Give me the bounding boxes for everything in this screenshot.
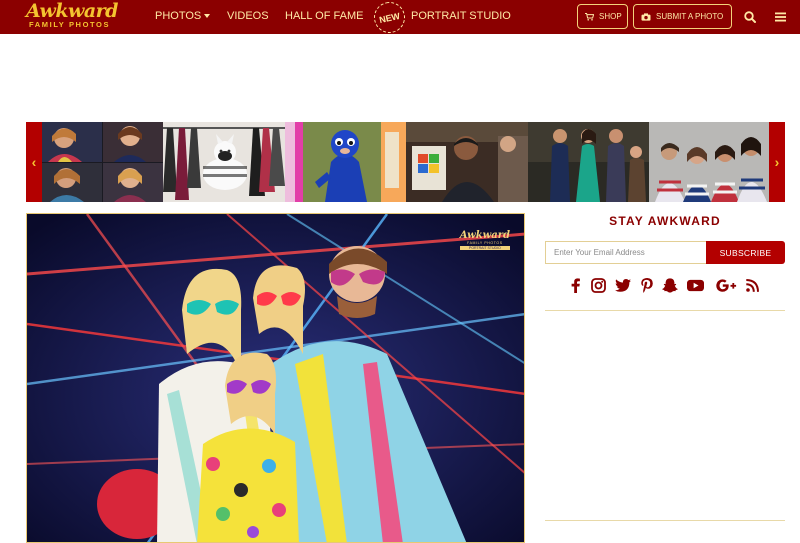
carousel-prev-button[interactable]: ‹ [26, 122, 42, 202]
snapchat-icon[interactable] [661, 277, 678, 294]
pinterest-icon[interactable] [638, 277, 655, 294]
nav-photos[interactable]: PHOTOS [155, 10, 211, 22]
nav-hall-of-fame[interactable]: HALL OF FAME [285, 10, 363, 22]
sidebar-divider [545, 520, 785, 521]
carousel-thumb[interactable] [649, 122, 769, 202]
nav-portrait-studio-label: PORTRAIT STUDIO [411, 10, 511, 22]
photo-watermark: Awkward FAMILY PHOTOS PORTRAIT STUDIO [459, 230, 510, 250]
watermark-tag: PORTRAIT STUDIO [459, 246, 510, 250]
menu-icon[interactable] [772, 9, 788, 25]
photo-carousel: ‹ › [26, 122, 785, 202]
email-field[interactable] [545, 241, 706, 264]
rss-icon[interactable] [744, 277, 761, 294]
submit-photo-label: SUBMIT A PHOTO [656, 12, 724, 21]
subscribe-button[interactable]: SUBSCRIBE [706, 241, 785, 264]
google-plus-icon[interactable] [716, 277, 737, 294]
nav-photos-label: PHOTOS [155, 10, 202, 22]
instagram-icon[interactable] [590, 277, 607, 294]
featured-photo[interactable]: Awkward FAMILY PHOTOS PORTRAIT STUDIO [26, 213, 525, 543]
twitter-icon[interactable] [614, 277, 631, 294]
carousel-thumb[interactable] [163, 122, 285, 202]
search-icon[interactable] [742, 9, 758, 25]
logo-tagline: FAMILY PHOTOS [29, 20, 111, 29]
carousel-thumb[interactable] [42, 122, 163, 202]
carousel-thumb[interactable] [285, 122, 406, 202]
new-badge: NEW [371, 0, 408, 36]
camera-icon [641, 12, 651, 21]
shop-button-label: SHOP [599, 12, 622, 21]
submit-photo-button[interactable]: SUBMIT A PHOTO [633, 4, 732, 29]
stay-awkward-heading: STAY AWKWARD [609, 214, 721, 228]
nav-hall-of-fame-label: HALL OF FAME [285, 10, 364, 22]
watermark-sub: FAMILY PHOTOS [467, 241, 503, 245]
nav-portrait-studio[interactable]: PORTRAIT STUDIO [411, 10, 511, 22]
watermark-title: Awkward [459, 230, 510, 241]
carousel-thumb[interactable] [528, 122, 649, 202]
logo-wordmark: Awkward [26, 0, 118, 22]
carousel-thumb[interactable] [406, 122, 528, 202]
site-logo[interactable]: Awkward FAMILY PHOTOS [26, 0, 136, 32]
shop-button[interactable]: SHOP [577, 4, 628, 29]
sidebar-divider [545, 310, 785, 311]
nav-videos[interactable]: VIDEOS [227, 10, 269, 22]
facebook-icon[interactable] [567, 277, 584, 294]
caret-down-icon [204, 14, 211, 19]
nav-videos-label: VIDEOS [227, 10, 269, 22]
youtube-icon[interactable] [687, 277, 704, 294]
top-navbar: Awkward FAMILY PHOTOS PHOTOS VIDEOS HALL… [0, 0, 800, 36]
cart-icon [585, 12, 594, 21]
chevron-right-icon: › [774, 154, 780, 170]
carousel-next-button[interactable]: › [769, 122, 785, 202]
chevron-left-icon: ‹ [31, 154, 37, 170]
